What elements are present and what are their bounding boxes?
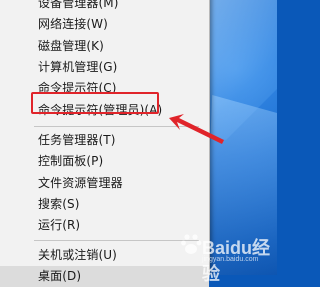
menu-item-file-explorer[interactable]: 文件资源管理器 [0, 173, 209, 194]
menu-item-search[interactable]: 搜索(S) [0, 194, 209, 215]
menu-item-control-panel[interactable]: 控制面板(P) [0, 151, 209, 172]
menu-item-computer-management[interactable]: 计算机管理(G) [0, 57, 209, 78]
menu-item-disk-management[interactable]: 磁盘管理(K) [0, 36, 209, 57]
red-arrow-icon [169, 114, 224, 144]
menu-item-label: 磁盘管理(K) [38, 39, 104, 53]
menu-item-label: 文件资源管理器 [38, 176, 123, 190]
menu-item-label: 运行(R) [38, 218, 81, 232]
baidu-paw-icon [181, 234, 202, 254]
menu-item-label: 设备管理器(M) [38, 0, 119, 10]
baidu-watermark: Baidu经验 jingyan.baidu.com [178, 226, 277, 284]
menu-item-label: 关机或注销(U) [38, 248, 117, 262]
menu-item-label: 网络连接(W) [38, 17, 108, 31]
menu-item-network-connections[interactable]: 网络连接(W) [0, 14, 209, 35]
menu-item-label: 计算机管理(G) [38, 60, 118, 74]
menu-item-label: 搜索(S) [38, 197, 80, 211]
menu-item-label: 桌面(D) [38, 269, 82, 283]
watermark-url: jingyan.baidu.com [202, 256, 259, 263]
menu-item-device-manager[interactable]: 设备管理器(M) [0, 0, 209, 14]
menu-item-label: 控制面板(P) [38, 154, 104, 168]
highlight-box [31, 92, 159, 114]
menu-item-label: 任务管理器(T) [38, 133, 116, 147]
menu-separator [34, 240, 199, 241]
